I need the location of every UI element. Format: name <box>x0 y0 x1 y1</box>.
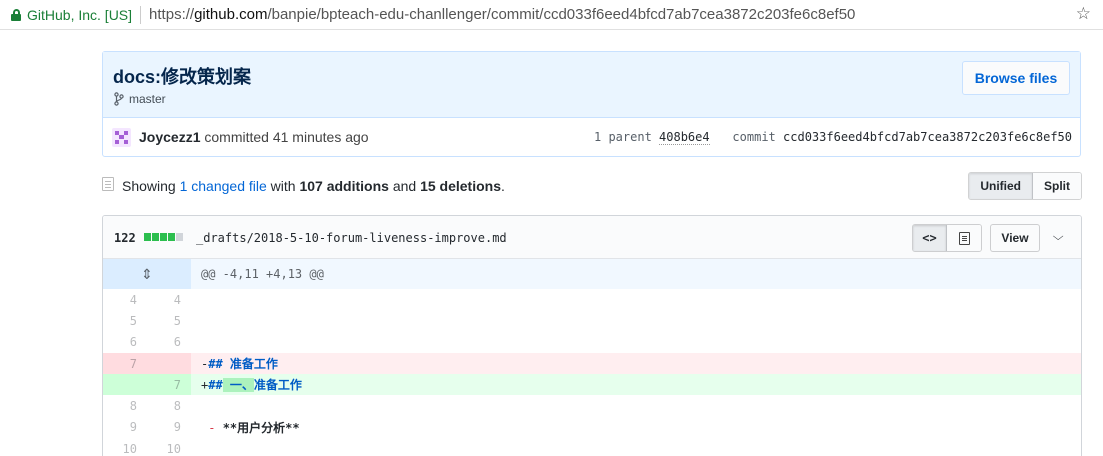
old-line-number[interactable]: 8 <box>103 395 147 416</box>
commit-time: 41 minutes ago <box>272 129 369 145</box>
diffstat-add-block <box>168 233 175 241</box>
new-line-number[interactable]: 5 <box>147 310 191 331</box>
new-line-number[interactable]: 8 <box>147 395 191 416</box>
code-line <box>191 438 1081 456</box>
diffstat-neutral-block <box>176 233 183 241</box>
code-line: - **用户分析** <box>208 420 300 435</box>
table-row: 6 6 <box>103 332 1081 353</box>
commit-title-area: docs:修改策划案 master Browse files <box>103 52 1080 118</box>
lock-icon <box>11 8 21 21</box>
old-line-number <box>103 374 147 396</box>
commit-sha: ccd033f6eed4bfcd7ab7cea3872c203fe6c8ef50 <box>783 130 1072 144</box>
commit-label: commit <box>732 130 776 144</box>
new-line-number[interactable]: 9 <box>147 417 191 438</box>
old-line-number[interactable]: 6 <box>103 332 147 353</box>
hunk-header-row: ⇕ @@ -4,11 +4,13 @@ <box>103 259 1081 289</box>
url-text[interactable]: https://github.com/banpie/bpteach-edu-ch… <box>149 6 855 23</box>
branch-name: master <box>129 92 166 106</box>
view-file-button[interactable]: View <box>990 224 1040 252</box>
new-line-number[interactable]: 4 <box>147 289 191 310</box>
diffstat-add-block <box>144 233 151 241</box>
commit-action: committed <box>204 129 269 145</box>
code-line <box>191 395 1081 416</box>
commit-meta: Joycezz1 committed 41 minutes ago 1 pare… <box>103 118 1080 156</box>
table-row: 9 9 - **用户分析** <box>103 417 1081 438</box>
avatar[interactable] <box>112 128 131 147</box>
old-line-number[interactable]: 4 <box>103 289 147 310</box>
word-diff-highlight: 一、 <box>222 378 254 393</box>
deleted-line-row: 7 -## 准备工作 <box>103 352 1081 375</box>
diffstat-add-block <box>160 233 167 241</box>
code-line: -## 准备工作 <box>191 352 1081 375</box>
old-line-number[interactable]: 7 <box>103 352 147 375</box>
browse-files-button[interactable]: Browse files <box>962 61 1070 95</box>
table-row: 4 4 <box>103 289 1081 310</box>
old-line-number[interactable]: 5 <box>103 310 147 331</box>
code-view-icon[interactable]: <> <box>913 225 947 251</box>
rich-diff-button[interactable] <box>947 225 981 251</box>
table-row: 10 10 <box>103 438 1081 456</box>
new-line-number[interactable]: 6 <box>147 332 191 353</box>
bookmark-star-icon[interactable]: ☆ <box>1076 4 1091 24</box>
diff-toc: Showing 1 changed file with 107 addition… <box>102 172 1082 203</box>
table-row: 8 8 <box>103 395 1081 416</box>
new-line-number[interactable]: 7 <box>147 374 191 396</box>
chevron-down-icon[interactable]: ⌵ <box>1053 231 1064 244</box>
code-line <box>191 310 1081 331</box>
old-line-number[interactable]: 9 <box>103 417 147 438</box>
git-branch-icon <box>114 92 124 106</box>
expand-icon[interactable]: ⇕ <box>103 259 191 289</box>
commit-title: docs:修改策划案 <box>113 67 252 87</box>
table-row: 5 5 <box>103 310 1081 331</box>
new-line-number <box>147 352 191 375</box>
commit-header: docs:修改策划案 master Browse files Joycezz1 … <box>102 51 1081 157</box>
file-header: 122 _drafts/2018-5-10-forum-liveness-imp… <box>103 216 1081 259</box>
file-name-link[interactable]: _drafts/2018-5-10-forum-liveness-improve… <box>196 231 507 245</box>
diffstat-bar <box>144 233 184 241</box>
diffstat-add-block <box>152 233 159 241</box>
added-line-row: 7 +## 一、准备工作 <box>103 374 1081 396</box>
deletions-count: 15 deletions <box>420 178 501 194</box>
diff-view-toggle: Unified Split <box>968 172 1082 200</box>
parent-info: 1 parent 408b6e4 <box>594 130 710 145</box>
split-button[interactable]: Split <box>1033 173 1081 199</box>
site-identity[interactable]: GitHub, Inc. [US] <box>27 7 132 23</box>
commit-sha-info: commit ccd033f6eed4bfcd7ab7cea3872c203fe… <box>732 130 1072 144</box>
commit-author-line: Joycezz1 committed 41 minutes ago <box>139 129 369 145</box>
code-line <box>191 332 1081 353</box>
url-separator <box>140 5 142 24</box>
author-link[interactable]: Joycezz1 <box>139 129 200 145</box>
file-view-toggle: <> <box>912 224 982 252</box>
unified-button[interactable]: Unified <box>969 173 1033 199</box>
file-diff-icon <box>102 177 114 191</box>
branch-label[interactable]: master <box>113 92 166 106</box>
document-icon <box>958 231 970 245</box>
code-line <box>191 289 1081 310</box>
hunk-header: @@ -4,11 +4,13 @@ <box>191 259 1081 289</box>
additions-count: 107 additions <box>299 178 389 194</box>
code-line: +## 一、准备工作 <box>191 374 1081 396</box>
diff-table: ⇕ @@ -4,11 +4,13 @@ 4 4 5 5 6 6 7 -## 准备… <box>103 259 1081 456</box>
new-line-number[interactable]: 10 <box>147 438 191 456</box>
diff-count: 122 <box>114 231 136 245</box>
changed-files-link[interactable]: 1 changed file <box>180 178 267 194</box>
file-diff: 122 _drafts/2018-5-10-forum-liveness-imp… <box>102 215 1082 456</box>
browser-address-bar[interactable]: GitHub, Inc. [US] https://github.com/ban… <box>0 0 1103 30</box>
old-line-number[interactable]: 10 <box>103 438 147 456</box>
diff-summary: Showing 1 changed file with 107 addition… <box>122 178 505 194</box>
parent-sha-link[interactable]: 408b6e4 <box>659 130 710 145</box>
parent-label: 1 parent <box>594 130 652 144</box>
